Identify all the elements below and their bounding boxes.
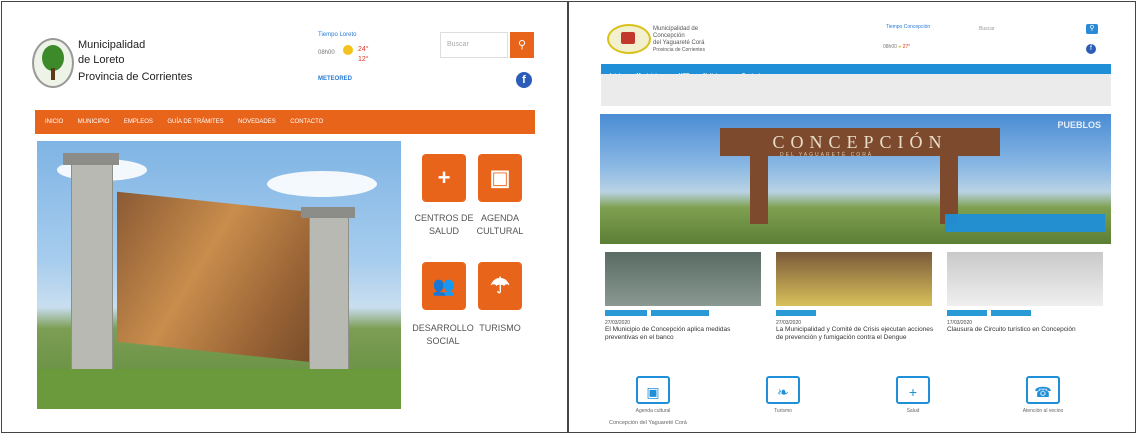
search-input[interactable]: Buscar [979, 26, 995, 32]
hero-photo: CONCEPCIÓN DEL YAGUARETÉ CORÁ PUEBLOS [600, 114, 1111, 244]
facebook-icon[interactable]: f [1086, 44, 1096, 54]
main-nav: INICIO MUNICIPIO EMPLEOS GUÍA DE TRÁMITE… [35, 110, 535, 134]
site-title-line1: Municipalidad de [653, 26, 699, 32]
hero-photo [37, 141, 401, 409]
umbrella-icon: ☂ [490, 273, 510, 298]
turismo-tile[interactable]: ☂ [478, 262, 522, 310]
agenda-button[interactable]: ▣ [636, 376, 670, 404]
salud-button[interactable]: + [896, 376, 930, 404]
concepcion-website: Municipalidad de Concepción del Yaguaret… [568, 1, 1136, 433]
temp-high: 24° [358, 46, 369, 53]
shield-icon [621, 32, 635, 44]
phone-icon: ☎ [1034, 384, 1052, 400]
nav-item-inicio[interactable]: INICIO [45, 110, 63, 134]
banner-placeholder [601, 74, 1111, 106]
loreto-logo[interactable] [32, 38, 74, 88]
quick-link-label[interactable]: Agenda cultural [613, 408, 693, 414]
main-nav: Inicio Municipio ⌄ HCD Noticias ⌄ Contac… [601, 64, 1111, 79]
site-subtitle: Provincia de Corrientes [653, 47, 705, 53]
left-pillar [71, 161, 113, 393]
calendar-icon: ▣ [489, 165, 511, 190]
news-title-3[interactable]: Clausura de Circuito turístico en Concep… [947, 326, 1107, 334]
news-tag[interactable] [991, 310, 1031, 316]
sun-icon: ● [898, 44, 902, 50]
sponsor-banner [945, 214, 1105, 232]
right-pillar [309, 215, 349, 393]
site-title-line1: Municipalidad [78, 39, 146, 51]
temp-low: 12° [358, 56, 369, 63]
nav-item-empleos[interactable]: EMPLEOS [124, 110, 153, 134]
meteored-link[interactable]: METEORED [318, 76, 352, 82]
mural-wall [117, 191, 332, 365]
news-title-2[interactable]: La Municipalidad y Comité de Crisis ejec… [776, 326, 936, 342]
weather-time: 08h00 [883, 44, 897, 50]
weather-widget: 08h00 ● 27° [883, 44, 910, 50]
news-image-1[interactable] [605, 252, 761, 306]
search-icon: ⚲ [517, 39, 527, 51]
salud-tile[interactable]: + [422, 154, 466, 202]
news-tag[interactable] [651, 310, 709, 316]
site-title-line2: Concepción [653, 33, 685, 39]
nav-item-novedades[interactable]: NOVEDADES [238, 110, 276, 134]
plus-icon: + [437, 165, 451, 190]
arch-post [750, 154, 768, 224]
sun-icon [343, 45, 353, 55]
nav-item-municipio[interactable]: MUNICIPIO [78, 110, 110, 134]
site-title-line3: del Yaguareté Corá [653, 40, 705, 46]
right-pillar-cap [301, 207, 355, 218]
search-button[interactable]: ⚲ [1086, 24, 1098, 34]
arch-subtitle: DEL YAGUARETÉ CORÁ [780, 152, 874, 158]
pueblos-badge: PUEBLOS [1057, 120, 1101, 130]
tile-label-agenda[interactable]: AGENDA CULTURAL [469, 212, 531, 238]
news-image-3[interactable] [947, 252, 1103, 306]
atencion-button[interactable]: ☎ [1026, 376, 1060, 404]
news-tag[interactable] [605, 310, 647, 316]
cloud [267, 171, 377, 197]
search-input[interactable]: Buscar [440, 32, 508, 58]
concepcion-logo[interactable] [607, 24, 651, 54]
turismo-button[interactable]: ❧ [766, 376, 800, 404]
quick-link-label[interactable]: Turismo [743, 408, 823, 414]
quick-link-label[interactable]: Atención al vecino [1003, 408, 1083, 414]
loreto-website: Municipalidad de Loreto Provincia de Cor… [1, 1, 568, 433]
site-title-line2: de Loreto [78, 54, 125, 66]
tile-label-turismo[interactable]: TURISMO [469, 322, 531, 335]
news-image-2[interactable] [776, 252, 932, 306]
social-tile[interactable]: 👥 [422, 262, 466, 310]
news-tag[interactable] [947, 310, 987, 316]
temp-high: 27° [902, 44, 911, 50]
calendar-icon: ▣ [646, 384, 660, 400]
left-pillar-cap [63, 153, 119, 165]
search-button[interactable]: ⚲ [510, 32, 534, 58]
weather-title: Tiempo Concepción [885, 24, 931, 30]
nav-item-guia-tramites[interactable]: GUÍA DE TRÁMITES [167, 110, 223, 134]
tile-label-salud[interactable]: CENTROS DE SALUD [413, 212, 475, 238]
quick-link-label[interactable]: Salud [873, 408, 953, 414]
leaf-icon: ❧ [777, 384, 789, 400]
search-icon: ⚲ [1089, 25, 1095, 32]
agenda-tile[interactable]: ▣ [478, 154, 522, 202]
weather-title: Tiempo Loreto [318, 32, 357, 38]
site-subtitle: Provincia de Corrientes [78, 71, 193, 83]
tree-trunk [51, 68, 55, 80]
nav-item-contacto[interactable]: CONTACTO [290, 110, 323, 134]
footer-text: Concepción del Yaguareté Corá [609, 420, 687, 426]
facebook-icon[interactable]: f [516, 72, 532, 88]
plus-icon: + [908, 384, 918, 400]
news-title-1[interactable]: El Municipio de Concepción aplica medida… [605, 326, 765, 342]
grass [37, 369, 401, 409]
people-icon: 👥 [432, 276, 456, 296]
weather-time: 08h00 [318, 50, 335, 56]
news-tag[interactable] [776, 310, 816, 316]
